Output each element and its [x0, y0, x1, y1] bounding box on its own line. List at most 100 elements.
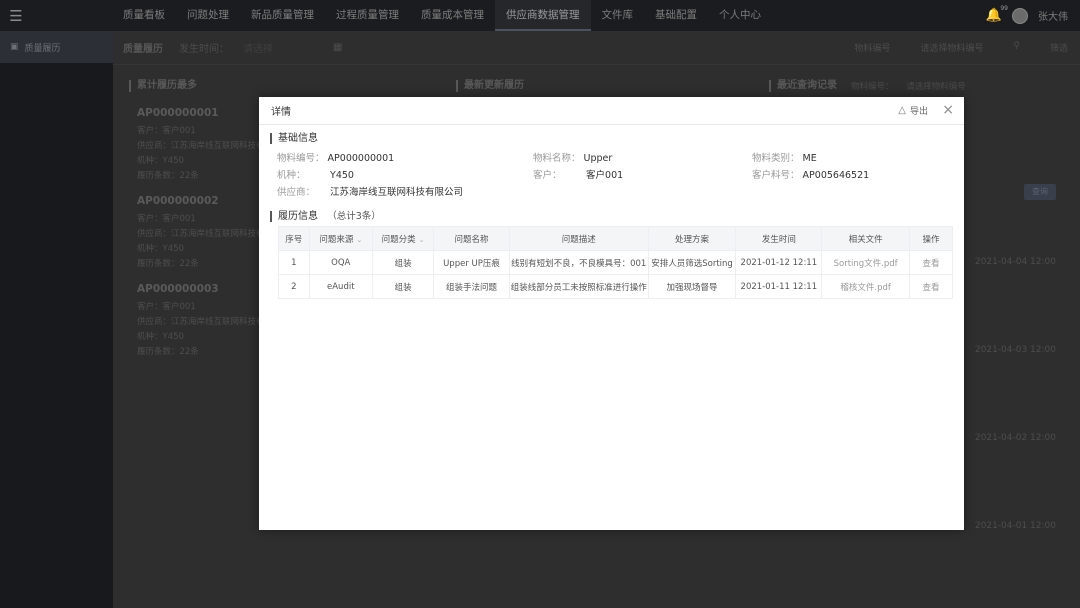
search-icon[interactable]: ⚲ — [1013, 41, 1020, 54]
card-model: 机种：Y450 — [137, 332, 184, 342]
chevron-down-icon[interactable]: ⌄ — [419, 236, 425, 244]
cell-solution: 安排人员筛选Sorting — [647, 250, 737, 275]
material-name-value: Upper — [583, 153, 613, 164]
avatar[interactable] — [1012, 7, 1028, 24]
record-date: 2021-04-04 12:00 — [974, 257, 1056, 267]
view-link[interactable]: 查看 — [909, 250, 953, 275]
customer-value: 客户001 — [586, 170, 624, 181]
notification-badge: 99 — [1000, 5, 1008, 12]
card-code: AP000000001 — [137, 107, 219, 119]
col-header-source[interactable]: 问题来源 ⌄ — [308, 226, 373, 251]
username[interactable]: 张大伟 — [1038, 8, 1068, 23]
customer-label: 客户： — [533, 170, 562, 181]
nav-item-process-quality[interactable]: 过程质量管理 — [325, 0, 410, 31]
card-count: 履历条数：22条 — [137, 347, 199, 357]
file-link[interactable]: Sorting文件.pdf — [821, 250, 911, 275]
history-card[interactable]: AP000000002 客户：客户001 供应商：江苏海岸线互联网科技有限公司 … — [137, 193, 277, 272]
model-label: 机种： — [277, 170, 306, 181]
base-info-title: 基础信息 — [270, 133, 318, 144]
query-material-label: 物料编号： — [851, 82, 894, 92]
cell-issue-name: 组装手法问题 — [433, 274, 510, 299]
history-card[interactable]: AP000000003 客户：客户001 供应商：江苏海岸线互联网科技有限公司 … — [137, 281, 277, 360]
col-header-source-label: 问题来源 — [319, 234, 354, 245]
card-customer: 客户：客户001 — [137, 302, 196, 312]
file-link[interactable]: 稽核文件.pdf — [821, 274, 911, 299]
record-date: 2021-04-01 12:00 — [974, 521, 1056, 531]
page-title: 质量履历 — [123, 44, 163, 55]
card-customer: 客户：客户001 — [137, 126, 196, 136]
card-supplier: 供应商：江苏海岸线互联网科技有限公司 — [137, 141, 277, 151]
card-code: AP000000003 — [137, 283, 219, 295]
col-title-most-history: 累计履历最多 — [129, 80, 197, 92]
nav-item-new-product[interactable]: 新品质量管理 — [240, 0, 325, 31]
supplier-value: 江苏海岸线互联网科技有限公司 — [330, 187, 464, 198]
card-count: 履历条数：22条 — [137, 259, 199, 269]
export-icon: △ — [898, 105, 906, 116]
supplier-label: 供应商： — [277, 187, 316, 198]
view-link[interactable]: 查看 — [909, 274, 953, 299]
record-date: 2021-04-02 12:00 — [974, 433, 1056, 443]
history-title: 履历信息 — [270, 211, 318, 222]
nav-item-personal-center[interactable]: 个人中心 — [708, 0, 772, 31]
col-header-index: 序号 — [278, 226, 310, 251]
main-nav: 质量看板 问题处理 新品质量管理 过程质量管理 质量成本管理 供应商数据管理 文… — [112, 0, 772, 31]
cell-category: 组装 — [371, 274, 435, 299]
cell-solution: 加强现场督导 — [647, 274, 737, 299]
cell-source: OQA — [308, 250, 373, 275]
calendar-icon[interactable]: ▦ — [333, 42, 342, 53]
query-button[interactable]: 查询 — [1024, 184, 1056, 200]
col-title-recent-query: 最近查询记录 — [769, 80, 837, 92]
card-supplier: 供应商：江苏海岸线互联网科技有限公司 — [137, 317, 277, 327]
card-customer: 客户：客户001 — [137, 214, 196, 224]
col-header-issue-name: 问题名称 — [433, 226, 510, 251]
material-filter-input[interactable]: 请选择物料编号 — [920, 41, 983, 54]
col-header-action: 操作 — [909, 226, 953, 251]
customer-pn-value: AP005646521 — [802, 170, 870, 181]
cell-time: 2021-01-12 12:11 — [735, 250, 823, 275]
time-filter-label: 发生时间： — [179, 44, 229, 55]
col-header-category[interactable]: 问题分类 ⌄ — [371, 226, 435, 251]
cell-index: 2 — [278, 274, 310, 299]
nav-item-base-config[interactable]: 基础配置 — [644, 0, 708, 31]
col-header-solution: 处理方案 — [647, 226, 737, 251]
filter-button[interactable]: 筛选 — [1050, 41, 1068, 54]
close-icon[interactable]: × — [942, 102, 954, 118]
nav-item-issue-handling[interactable]: 问题处理 — [176, 0, 240, 31]
table-row: 2 eAudit 组装 组装手法问题 组装线部分员工未按照标准进行操作 加强现场… — [278, 274, 953, 299]
sidebar-item-quality-history[interactable]: ▣ 质量履历 — [0, 31, 113, 63]
material-no-value: AP000000001 — [327, 153, 395, 164]
export-label: 导出 — [909, 107, 928, 117]
nav-item-quality-board[interactable]: 质量看板 — [112, 0, 176, 31]
cell-time: 2021-01-11 12:11 — [735, 274, 823, 299]
sidebar-item-label: 质量履历 — [24, 43, 61, 54]
query-panel: 物料编号： 请选择物料编号 — [851, 77, 966, 97]
cell-category: 组装 — [371, 250, 435, 275]
chevron-down-icon[interactable]: ⌄ — [356, 236, 362, 244]
model-value: Y450 — [330, 170, 354, 181]
history-section-header: 履历信息 （总计3条） — [270, 208, 381, 222]
card-count: 履历条数：22条 — [137, 171, 199, 181]
top-navbar: ☰ 质量看板 问题处理 新品质量管理 过程质量管理 质量成本管理 供应商数据管理… — [0, 0, 1080, 31]
nav-item-quality-cost[interactable]: 质量成本管理 — [410, 0, 495, 31]
nav-item-file-library[interactable]: 文件库 — [591, 0, 645, 31]
export-button[interactable]: △ 导出 — [898, 104, 928, 117]
detail-modal: 详情 △ 导出 × 基础信息 物料编号： AP000000001 物料名称： U… — [259, 97, 964, 530]
table-row: 1 OQA 组装 Upper UP压痕 线别有短划不良，不良模具号：001 安排… — [278, 250, 953, 275]
query-material-input[interactable]: 请选择物料编号 — [906, 82, 966, 92]
material-type-value: ME — [802, 153, 817, 164]
material-type-label: 物料类别： — [752, 153, 800, 164]
card-code: AP000000002 — [137, 195, 219, 207]
material-filter-label: 物料编号 — [854, 44, 891, 54]
time-filter-input[interactable]: 请选择 — [243, 40, 273, 55]
card-supplier: 供应商：江苏海岸线互联网科技有限公司 — [137, 229, 277, 239]
nav-item-supplier-data[interactable]: 供应商数据管理 — [495, 0, 591, 31]
bell-icon[interactable]: 🔔 99 — [986, 5, 1008, 23]
cube-icon: ▣ — [10, 42, 19, 52]
table-header-row: 序号 问题来源 ⌄ 问题分类 ⌄ 问题名称 问题描述 处理方案 发生时间 相关文件 … — [278, 226, 953, 251]
col-header-files: 相关文件 — [821, 226, 911, 251]
material-name-label: 物料名称： — [533, 153, 581, 164]
history-table: 序号 问题来源 ⌄ 问题分类 ⌄ 问题名称 问题描述 处理方案 发生时间 相关文件 … — [278, 226, 953, 299]
history-card[interactable]: AP000000001 客户：客户001 供应商：江苏海岸线互联网科技有限公司 … — [137, 105, 277, 184]
hamburger-icon[interactable]: ☰ — [0, 0, 32, 31]
record-date: 2021-04-03 12:00 — [974, 345, 1056, 355]
